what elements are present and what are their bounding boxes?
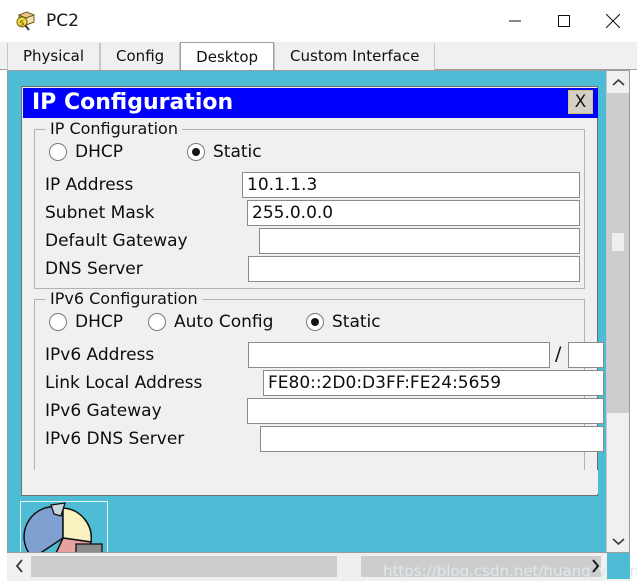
horizontal-scroll-track[interactable]: https://blog.csdn.net/huang_yuxing_ [31,556,637,580]
tab-list: Physical Config Desktop Custom Interface [7,42,436,70]
ipv6-dns-server-label: IPv6 DNS Server [45,429,185,449]
scroll-down-button[interactable] [607,530,629,552]
link-local-address-input[interactable]: FE80::2D0:D3FF:FE24:5659 [263,370,604,396]
radio-circle-selected-icon [306,313,324,331]
ipv6-gateway-label: IPv6 Gateway [45,401,162,421]
close-button[interactable] [588,0,637,42]
vertical-scroll-track[interactable] [607,93,629,530]
scrollbar-corner [607,553,630,579]
radio-circle-selected-icon [187,143,205,161]
radio-circle-icon [49,143,67,161]
package-magnifier-icon: S [14,9,38,33]
pt-device-window: S PC2 Physical Config Desktop Custom Int… [0,0,637,583]
scroll-up-button[interactable] [607,71,629,93]
horizontal-scroll-thumb[interactable] [337,556,361,577]
ipv6-static-label: Static [332,312,381,332]
window-controls [490,0,637,42]
ipv6-prefix-input[interactable] [568,342,604,368]
radio-circle-icon [49,313,67,331]
ipv4-static-radio[interactable]: Static [187,142,262,162]
title-bar-left: S PC2 [14,6,79,36]
ipv6-prefix-separator: / [555,343,562,365]
dns-server-input[interactable] [248,256,580,282]
window-title: PC2 [46,11,79,31]
subnet-mask-label: Subnet Mask [45,203,155,223]
ipv6-address-label: IPv6 Address [45,345,155,365]
ipv6-gateway-input[interactable] [247,398,604,424]
ipv6-dns-server-input[interactable] [260,426,604,452]
ipv4-dhcp-label: DHCP [75,142,123,162]
desktop-vertical-scrollbar[interactable] [606,71,629,552]
tab-strip: Physical Config Desktop Custom Interface [0,42,637,70]
desktop-horizontal-scrollbar[interactable]: https://blog.csdn.net/huang_yuxing_ [7,553,637,581]
scroll-right-button[interactable] [583,553,607,579]
svg-text:S: S [20,20,25,28]
default-gateway-input[interactable] [259,228,580,254]
scroll-left-button[interactable] [7,553,31,579]
ip-address-label: IP Address [45,175,134,195]
maximize-button[interactable] [539,0,588,42]
link-local-address-label: Link Local Address [45,373,203,393]
ip-address-input[interactable]: 10.1.1.3 [242,172,580,198]
ipv4-group-title: IP Configuration [46,119,182,138]
dialog-title: IP Configuration [32,90,234,115]
desktop-canvas: Dialer Editor Firewall IP Configuration … [7,70,630,553]
ipv6-address-input[interactable] [248,342,550,368]
dialog-close-button[interactable]: X [568,90,593,114]
ipv6-static-radio[interactable]: Static [306,312,381,332]
default-gateway-label: Default Gateway [45,231,188,251]
ipv6-group: IPv6 Configuration DHCP Auto Config Stat… [34,289,604,471]
ipv6-dhcp-label: DHCP [75,312,123,332]
ipv6-auto-config-label: Auto Config [174,312,274,332]
vertical-scroll-thumb[interactable] [607,93,629,413]
ipv4-group: IP Configuration DHCP Static IP Address … [34,119,585,289]
ipv6-dhcp-radio[interactable]: DHCP [49,312,123,332]
tab-desktop[interactable]: Desktop [180,42,275,70]
dialog-footer [23,470,598,494]
subnet-mask-input[interactable]: 255.0.0.0 [247,200,580,226]
ipv4-dhcp-radio[interactable]: DHCP [49,142,123,162]
radio-circle-icon [148,313,166,331]
vertical-scroll-thumb-mark [612,233,624,251]
tab-custom-interface[interactable]: Custom Interface [274,43,436,70]
ipv6-group-title: IPv6 Configuration [46,289,202,308]
dns-server-label: DNS Server [45,259,143,279]
ipv6-auto-config-radio[interactable]: Auto Config [148,312,273,332]
tab-physical[interactable]: Physical [7,43,101,70]
minimize-button[interactable] [490,0,539,42]
window-title-bar: S PC2 [0,0,637,42]
pie-chart-icon[interactable] [20,501,108,552]
ipv4-static-label: Static [213,142,262,162]
ip-configuration-dialog: IP Configuration X IP Configuration DHCP… [21,86,604,496]
tab-config[interactable]: Config [100,43,181,70]
